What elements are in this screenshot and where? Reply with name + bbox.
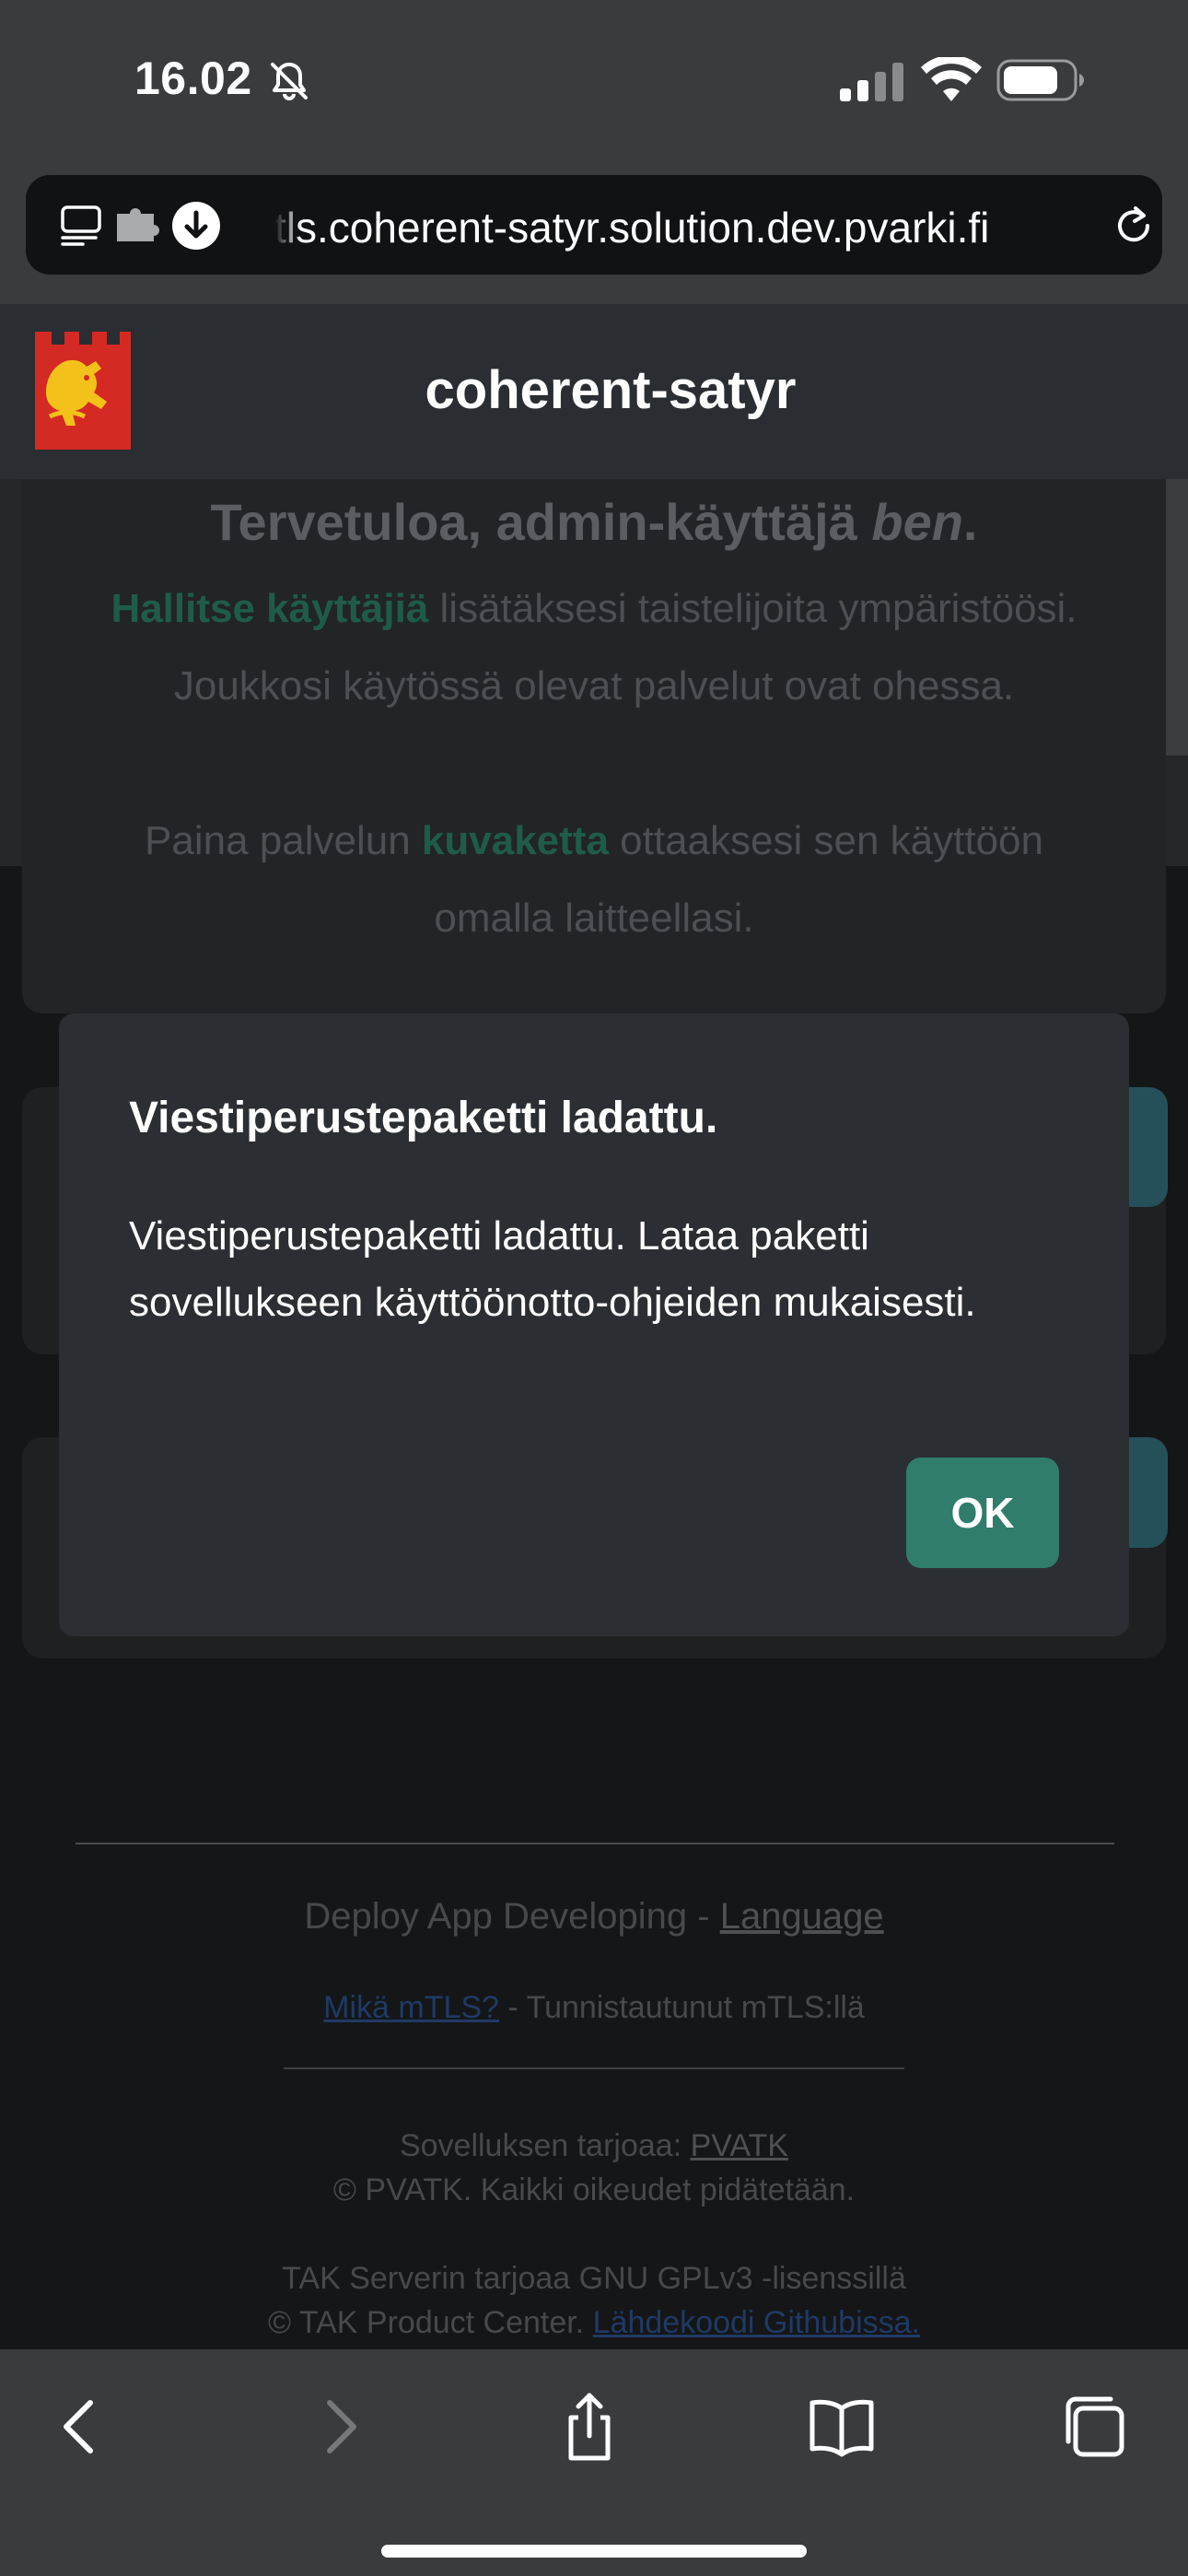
status-time: 16.02 [134,53,252,104]
cellular-signal-icon [840,63,903,101]
back-icon[interactable] [44,2390,118,2464]
language-link[interactable]: Language [720,1896,884,1937]
status-bar: 16.02 [0,0,1188,166]
url-text[interactable]: tls.coherent-satyr.solution.dev.pvarki.f… [274,203,1085,252]
app-header: coherent-satyr [0,304,1188,479]
reader-view-icon[interactable] [59,205,103,247]
icon-link[interactable]: kuvaketta [422,818,609,863]
welcome-card: Tervetuloa, admin-käyttäjä ben. Hallitse… [22,479,1166,1013]
source-code-link[interactable]: Lähdekoodi Githubissa. [593,2305,920,2340]
forward-icon[interactable] [302,2390,376,2464]
bookmarks-icon[interactable] [805,2390,879,2464]
bell-slash-icon [271,63,308,100]
hero-photo-edge [1164,479,1188,755]
dialog-message: Viestiperustepaketti ladattu. Lataa pake… [129,1213,976,1325]
download-icon[interactable] [171,201,221,251]
tabs-icon[interactable] [1057,2390,1131,2464]
download-complete-dialog: Viestiperustepaketti ladattu. Viestiperu… [59,1013,1129,1636]
dialog-title: Viestiperustepaketti ladattu. [129,1094,718,1142]
footer-divider-small [284,2067,904,2069]
footer-provider-line: Sovelluksen tarjoaa: PVATK [399,2128,789,2163]
address-bar[interactable]: tls.coherent-satyr.solution.dev.pvarki.f… [26,175,1162,275]
welcome-line-4: omalla laitteellasi. [434,896,754,941]
pvatk-link[interactable]: PVATK [691,2128,788,2163]
browser-address-area: tls.coherent-satyr.solution.dev.pvarki.f… [0,166,1188,304]
footer-rights: © PVATK. Kaikki oikeudet pidätetään. [332,2172,856,2207]
share-icon[interactable] [553,2390,626,2464]
welcome-line-3: Paina palvelun kuvaketta ottaaksesi sen … [145,818,1043,863]
reload-icon[interactable] [1111,203,1157,249]
welcome-title: Tervetuloa, admin-käyttäjä ben. [210,493,978,551]
welcome-line-1: Hallitse käyttäjiä lisätäksesi taistelij… [111,586,1077,631]
browser-toolbar [0,2349,1188,2576]
footer-mtls-line: Mikä mTLS? - Tunnistautunut mTLS:llä [323,1990,865,2025]
extension-icon[interactable] [114,208,160,243]
home-indicator[interactable] [381,2545,807,2558]
ok-button[interactable]: OK [906,1458,1059,1568]
mtls-link[interactable]: Mikä mTLS? [323,1990,499,2025]
footer-tak-line: TAK Serverin tarjoaa GNU GPLv3 -lisenssi… [282,2261,906,2296]
footer-deploy-line: Deploy App Developing - Language [304,1896,884,1937]
wifi-icon [921,57,982,101]
footer-divider [76,1843,1114,1844]
manage-users-link[interactable]: Hallitse käyttäjiä [111,586,428,631]
battery-icon [996,59,1084,101]
footer-tak-copyright: © TAK Product Center. Lähdekoodi Githubi… [268,2305,920,2340]
app-title: coherent-satyr [425,360,797,420]
welcome-line-2: Joukkosi käytössä olevat palvelut ovat o… [173,663,1015,708]
